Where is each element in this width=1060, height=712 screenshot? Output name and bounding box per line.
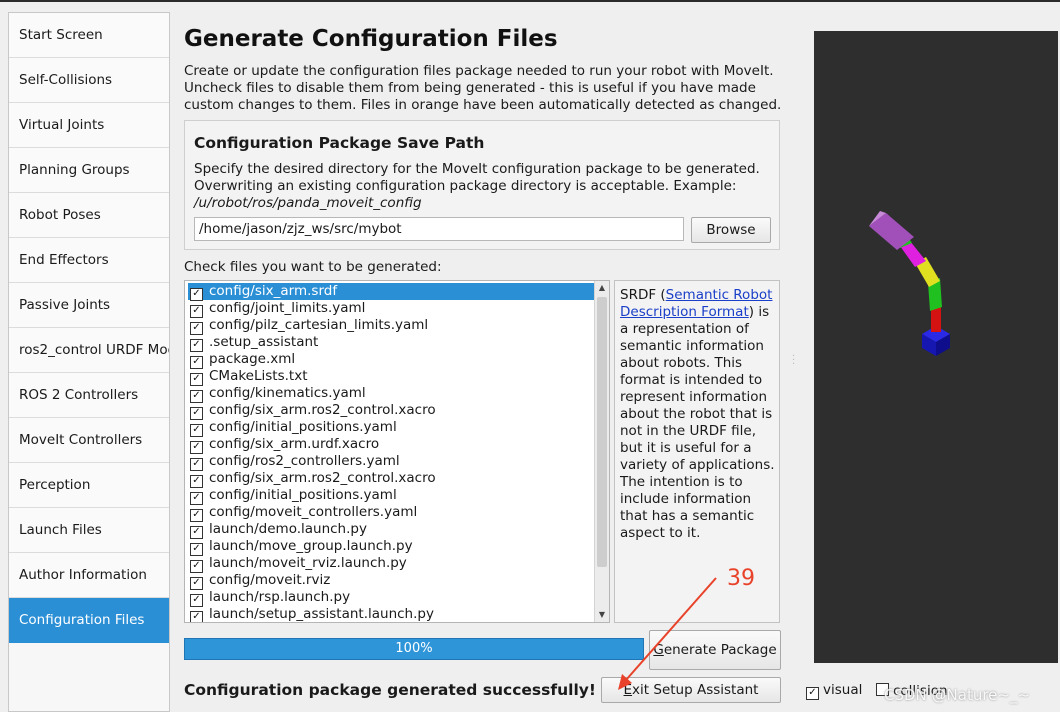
watermark: CSDN @Nature~_~ [884,686,1031,704]
annotation-arrow [618,577,717,690]
annotation-number: 39 [727,566,755,591]
